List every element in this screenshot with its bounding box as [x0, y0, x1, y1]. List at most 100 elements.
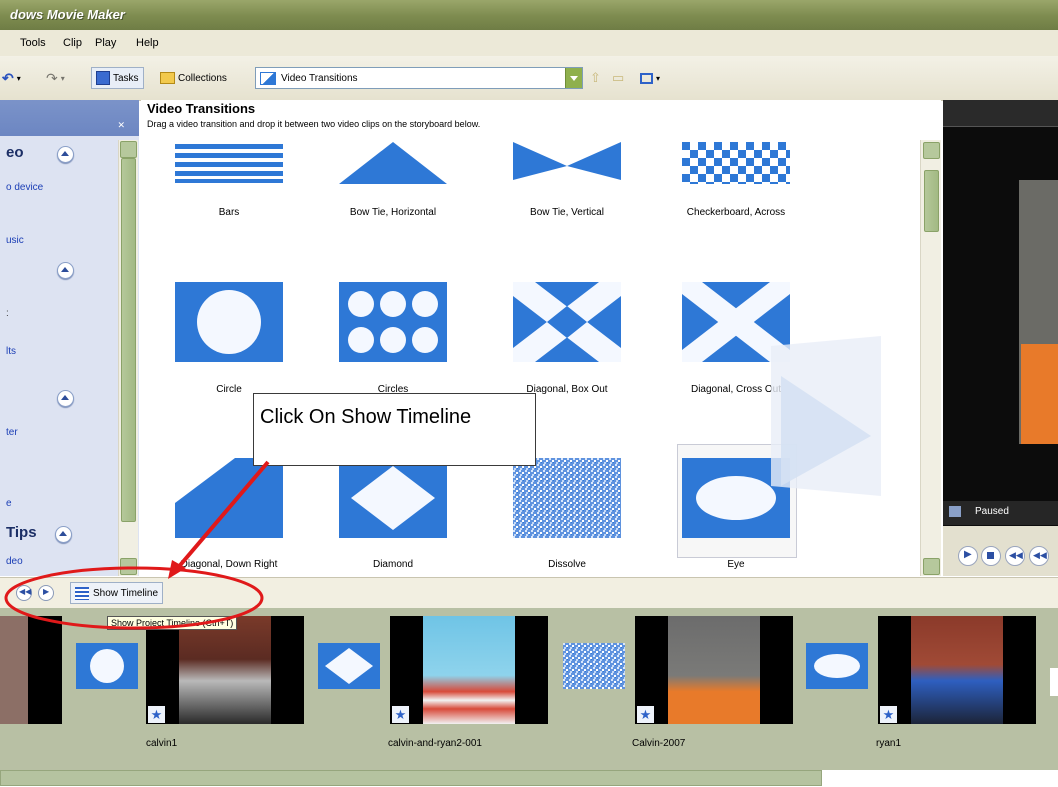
- storyboard-clip[interactable]: ★: [635, 616, 793, 724]
- effect-star-icon[interactable]: ★: [148, 706, 165, 723]
- preview-monitor: Paused: [943, 100, 1058, 576]
- play-storyboard-button[interactable]: ▶: [38, 585, 54, 601]
- clip-name: calvin1: [146, 738, 178, 749]
- transition-checkerboard-across[interactable]: [682, 142, 790, 184]
- playback-status: Paused: [975, 506, 1009, 517]
- task-link[interactable]: ter: [6, 427, 18, 438]
- transition-bow-tie-vertical[interactable]: [513, 142, 621, 184]
- bow-tie-horizontal-icon: [339, 142, 447, 184]
- show-timeline-button[interactable]: Show Timeline: [70, 582, 164, 604]
- diagonal-down-right-icon: [175, 458, 235, 503]
- transitions-scrollbar[interactable]: [920, 140, 941, 576]
- previous-frame-button[interactable]: ◀◀: [1029, 546, 1049, 566]
- task-link[interactable]: deo: [6, 556, 23, 567]
- circle-icon: [90, 649, 124, 683]
- storyboard: ★ calvin1 ★ calvin-and-ryan2-001 ★ Calvi…: [0, 608, 1058, 770]
- pane-subtitle: Drag a video transition and drop it betw…: [147, 119, 481, 129]
- storyboard-end-slot: [1050, 668, 1058, 696]
- redo-button[interactable]: ↷ ▾: [46, 68, 65, 88]
- effect-star-icon[interactable]: ★: [637, 706, 654, 723]
- transition-label: Eye: [727, 559, 745, 570]
- toolbar: ↶ ▾ ↷ ▾ Tasks Collections Video Transition…: [0, 56, 1058, 101]
- scroll-down-icon[interactable]: [923, 558, 940, 575]
- collections-button[interactable]: Collections: [160, 68, 227, 88]
- task-pane-scrollbar[interactable]: [118, 140, 138, 576]
- clip-thumbnail: [668, 616, 760, 724]
- bars-icon: [175, 144, 283, 183]
- transition-diagonal-down-right[interactable]: [175, 458, 283, 538]
- tasks-button[interactable]: Tasks: [91, 67, 144, 89]
- timeline-icon: [75, 586, 89, 600]
- transition-circle[interactable]: [175, 282, 283, 362]
- storyboard-clip[interactable]: [0, 616, 62, 724]
- task-link[interactable]: e: [6, 498, 12, 509]
- storyboard-clip[interactable]: ★: [878, 616, 1036, 724]
- tooltip: Show Project Timeline (Ctrl+T): [107, 616, 238, 630]
- task-link[interactable]: :: [6, 308, 9, 319]
- location-dropdown[interactable]: Video Transitions: [255, 67, 583, 89]
- task-link[interactable]: lts: [6, 346, 16, 357]
- storyboard-transition-dissolve[interactable]: [563, 643, 625, 689]
- transition-bow-tie-horizontal[interactable]: [339, 142, 447, 184]
- collapse-icon[interactable]: [57, 390, 74, 407]
- play-button[interactable]: ▶: [958, 546, 978, 566]
- up-folder-button[interactable]: ⇧: [590, 68, 601, 88]
- dissolve-icon: [563, 643, 625, 689]
- clip-name: calvin-and-ryan2-001: [388, 738, 482, 749]
- transition-label: Bow Tie, Vertical: [530, 207, 604, 218]
- menu-clip[interactable]: Clip: [63, 37, 82, 49]
- storyboard-scrollbar[interactable]: [0, 770, 822, 786]
- rewind-storyboard-button[interactable]: ◀◀: [16, 585, 32, 601]
- rewind-icon: ◀◀: [19, 587, 32, 596]
- transition-circles[interactable]: [339, 282, 447, 362]
- menu-tools[interactable]: Tools: [20, 37, 46, 49]
- transition-label: Checkerboard, Across: [686, 207, 786, 218]
- dissolve-icon: [513, 458, 621, 538]
- tasks-label: Tasks: [113, 72, 139, 84]
- task-pane-header: ✕: [0, 100, 139, 136]
- transition-bars[interactable]: [175, 142, 283, 184]
- undo-icon: ↶: [2, 69, 14, 86]
- new-folder-button[interactable]: ▭: [612, 68, 624, 88]
- play-icon: ▶: [43, 587, 50, 596]
- rewind-button[interactable]: ◀◀: [1005, 546, 1025, 566]
- collapse-icon[interactable]: [55, 526, 72, 543]
- eye-icon: [814, 654, 860, 678]
- scroll-up-icon[interactable]: [923, 142, 940, 159]
- app-title: dows Movie Maker: [10, 7, 125, 22]
- scroll-thumb[interactable]: [924, 170, 939, 232]
- undo-button[interactable]: ↶ ▾: [2, 68, 21, 88]
- stop-icon: [987, 552, 994, 559]
- scroll-down-icon[interactable]: [120, 558, 137, 575]
- storyboard-transition-eye[interactable]: [806, 643, 868, 689]
- tasks-icon: [96, 71, 110, 85]
- transition-diagonal-box-out[interactable]: [513, 282, 621, 362]
- location-value: Video Transitions: [281, 72, 358, 84]
- playback-controls: ▶ ◀◀ ◀◀: [943, 526, 1058, 576]
- collapse-icon[interactable]: [57, 262, 74, 279]
- close-icon[interactable]: ✕: [117, 120, 125, 131]
- monitor-icon: [949, 506, 961, 517]
- effect-star-icon[interactable]: ★: [880, 706, 897, 723]
- storyboard-clip[interactable]: ★: [146, 616, 304, 724]
- collapse-icon[interactable]: [57, 146, 74, 163]
- task-link[interactable]: o device: [6, 182, 43, 193]
- transition-diamond[interactable]: [339, 458, 447, 538]
- scroll-up-icon[interactable]: [120, 141, 137, 158]
- task-link[interactable]: usic: [6, 235, 24, 246]
- menu-help[interactable]: Help: [136, 37, 159, 49]
- stop-button[interactable]: [981, 546, 1001, 566]
- storyboard-clip[interactable]: ★: [390, 616, 548, 724]
- views-button[interactable]: ▾: [640, 68, 660, 88]
- diagonal-box-out-icon: [513, 282, 621, 362]
- effect-star-icon[interactable]: ★: [392, 706, 409, 723]
- transitions-icon: [260, 71, 276, 85]
- transition-dissolve[interactable]: [513, 458, 621, 538]
- transition-label: Diagonal, Down Right: [180, 559, 278, 570]
- menu-play[interactable]: Play: [95, 37, 116, 49]
- storyboard-transition-diamond[interactable]: [318, 643, 380, 689]
- transition-label: Diamond: [372, 559, 414, 570]
- storyboard-transition-circle[interactable]: [76, 643, 138, 689]
- scroll-thumb[interactable]: [121, 158, 136, 522]
- redo-icon: ↷: [46, 69, 58, 86]
